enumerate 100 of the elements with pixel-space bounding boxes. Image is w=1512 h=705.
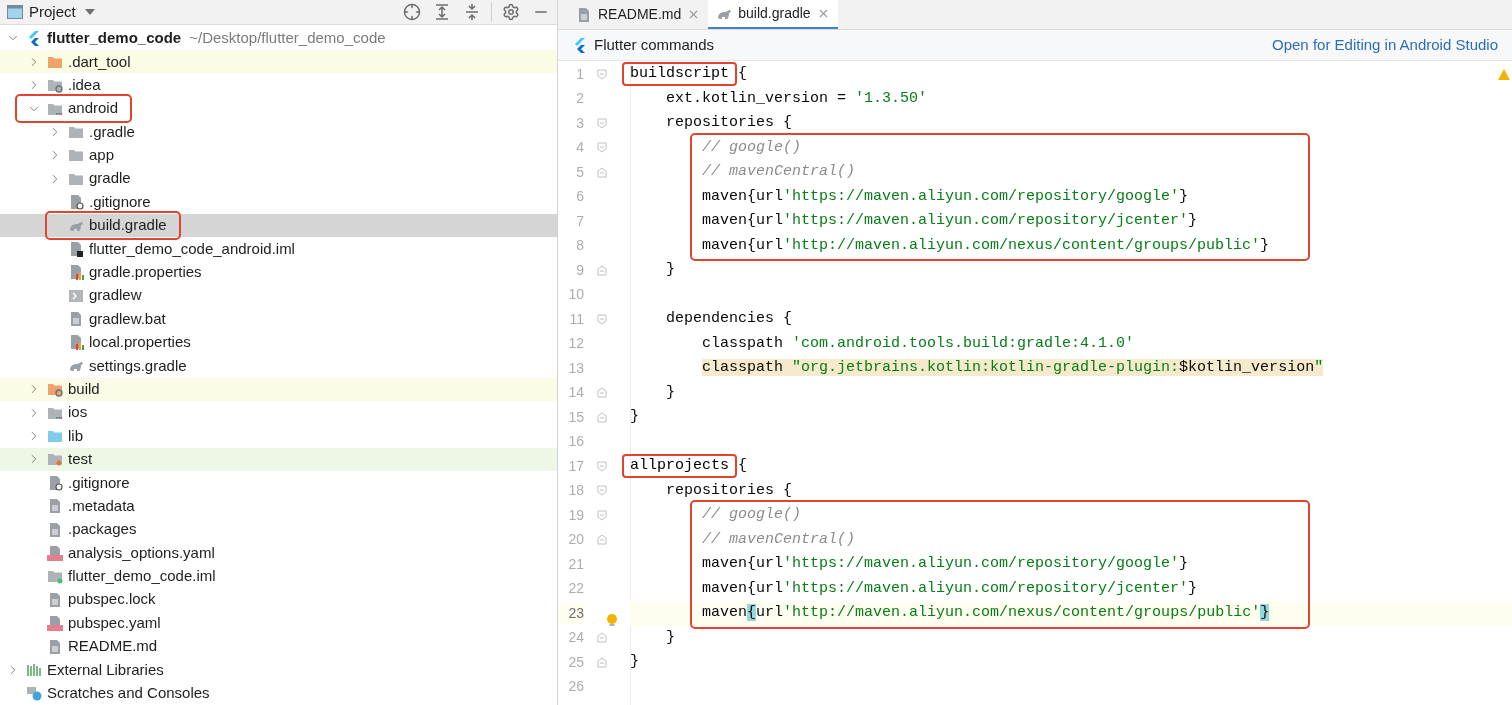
tree-row[interactable]: gradlew.bat	[0, 307, 557, 331]
tree-row[interactable]: lib	[0, 424, 557, 448]
tree-row[interactable]: .gradle	[0, 120, 557, 144]
tree-item-label[interactable]: Scratches and Consoles	[47, 682, 210, 705]
code-token: }	[1188, 579, 1198, 597]
fold-marker-icon[interactable]	[597, 313, 607, 325]
tree-row[interactable]: settings.gradle	[0, 354, 557, 378]
tree-row[interactable]: flutter_demo_code ~/Desktop/flutter_demo_code	[0, 26, 557, 51]
tree-item-label[interactable]: test	[68, 448, 93, 471]
settings-icon[interactable]	[502, 2, 520, 21]
tree-row[interactable]: flutter_demo_code.iml	[0, 564, 557, 589]
tree-item-label[interactable]: pubspec.yaml	[68, 611, 161, 635]
tree-row[interactable]: flutter_demo_code_android.iml	[0, 237, 557, 261]
line-number: 5	[575, 162, 584, 182]
line-number: 9	[575, 260, 584, 280]
tree-row[interactable]: .gitignore	[0, 190, 557, 214]
tree-item-label[interactable]: README.md	[68, 635, 158, 658]
code-token: buildscript	[622, 62, 738, 87]
tree-item-label[interactable]: gradlew	[89, 284, 142, 307]
fold-marker-icon[interactable]	[597, 387, 607, 399]
tree-item-label[interactable]: gradlew.bat	[89, 307, 166, 331]
line-number: 24	[567, 628, 584, 648]
line-number: 10	[567, 285, 584, 305]
tree-item-label[interactable]: analysis_options.yaml	[68, 541, 215, 565]
fold-marker-icon[interactable]	[597, 264, 607, 276]
fold-marker-icon[interactable]	[597, 632, 607, 644]
tree-item-label[interactable]: External Libraries	[47, 658, 164, 682]
line-number: 8	[575, 236, 584, 256]
fold-marker-icon[interactable]	[597, 656, 607, 668]
line-number: 19	[567, 505, 584, 525]
tree-row[interactable]: build.gradle	[0, 213, 557, 238]
tree-row[interactable]: .packages	[0, 517, 557, 542]
code-token: }	[1260, 236, 1270, 254]
fold-marker-icon[interactable]	[597, 142, 607, 154]
tree-item-label[interactable]: .gitignore	[68, 471, 130, 495]
tree-row[interactable]: analysis_options.yaml	[0, 541, 557, 565]
tree-item-label[interactable]: flutter_demo_code.iml	[68, 565, 216, 588]
tree-item-label[interactable]: gradle.properties	[89, 261, 202, 284]
tree-row[interactable]: local.properties	[0, 330, 557, 355]
tree-item-label[interactable]: local.properties	[89, 331, 191, 354]
line-number: 3	[575, 113, 584, 133]
tree-item-label[interactable]: pubspec.lock	[68, 588, 156, 611]
tree-item-label[interactable]: .metadata	[68, 494, 135, 518]
fold-marker-icon[interactable]	[597, 460, 607, 472]
tree-row[interactable]: pubspec.lock	[0, 588, 557, 612]
tree-row[interactable]: gradlew	[0, 283, 557, 308]
tree-item-label[interactable]: lib	[68, 424, 83, 448]
fold-marker-icon[interactable]	[597, 68, 607, 80]
line-number: 18	[567, 481, 584, 501]
tree-row[interactable]: build	[0, 377, 557, 401]
code-token: 'https://maven.aliyun.com/repository/jcenter'	[783, 212, 1189, 229]
tree-row[interactable]: gradle	[0, 167, 557, 191]
tree-item-label[interactable]: build.gradle	[89, 214, 167, 237]
tree-item-label[interactable]: .idea	[68, 73, 101, 97]
line-number: 16	[567, 432, 584, 452]
warning-icon[interactable]	[1498, 69, 1510, 80]
editor-tab[interactable]: build.gradle	[708, 0, 838, 29]
tree-item-label[interactable]: flutter_demo_code	[47, 27, 182, 50]
tree-item-label[interactable]: .gradle	[89, 120, 135, 144]
locate-icon[interactable]	[403, 2, 421, 21]
tree-row[interactable]: .dart_tool	[0, 50, 557, 74]
dropdown-caret-icon[interactable]	[83, 7, 96, 16]
tree-item-label[interactable]: .gitignore	[89, 190, 151, 214]
tree-item-label[interactable]: app	[89, 144, 115, 167]
fold-marker-icon[interactable]	[597, 509, 607, 521]
tree-row[interactable]: test	[0, 447, 557, 472]
tree-row[interactable]: .metadata	[0, 494, 557, 518]
fold-marker-icon[interactable]	[597, 411, 607, 423]
tree-row[interactable]: External Libraries	[0, 658, 557, 682]
tree-item-label[interactable]: build	[68, 377, 100, 401]
tree-item-label[interactable]: settings.gradle	[89, 354, 187, 378]
open-editing-link[interactable]: Open for Editing in Android Studio	[1272, 33, 1498, 57]
expand-all-icon[interactable]	[433, 2, 451, 21]
tree-row[interactable]: gradle.properties	[0, 260, 557, 284]
tree-item-label[interactable]: ios	[68, 401, 88, 424]
tree-item-label[interactable]: flutter_demo_code_android.iml	[89, 237, 295, 261]
collapse-all-icon[interactable]	[463, 2, 481, 21]
code-token: maven{url	[701, 187, 784, 205]
editor-tab[interactable]: README.md	[568, 0, 709, 29]
panel-title[interactable]: Project	[29, 0, 76, 24]
fold-marker-icon[interactable]	[597, 534, 607, 546]
tree-row[interactable]: pubspec.yaml	[0, 611, 557, 635]
window-icon	[7, 4, 23, 19]
fold-marker-icon[interactable]	[597, 485, 607, 497]
tree-row[interactable]: .gitignore	[0, 471, 557, 495]
fold-marker-icon[interactable]	[597, 166, 607, 178]
tree-item-label[interactable]: android	[68, 97, 119, 120]
tree-row[interactable]: ios	[0, 400, 557, 425]
tree-item-label[interactable]: .dart_tool	[68, 50, 131, 73]
tree-row[interactable]: android	[0, 96, 557, 121]
tree-row[interactable]: README.md	[0, 634, 557, 659]
tree-item-label[interactable]: .packages	[68, 518, 137, 541]
tree-item-label[interactable]: gradle	[89, 167, 131, 190]
code-token: {	[737, 65, 748, 83]
line-number: 6	[575, 187, 584, 207]
fold-marker-icon[interactable]	[597, 117, 607, 129]
tree-row[interactable]: Scratches and Consoles	[0, 681, 557, 705]
tree-row[interactable]: .idea	[0, 73, 557, 97]
tree-row[interactable]: app	[0, 143, 557, 167]
code-token: // google()	[701, 506, 802, 523]
